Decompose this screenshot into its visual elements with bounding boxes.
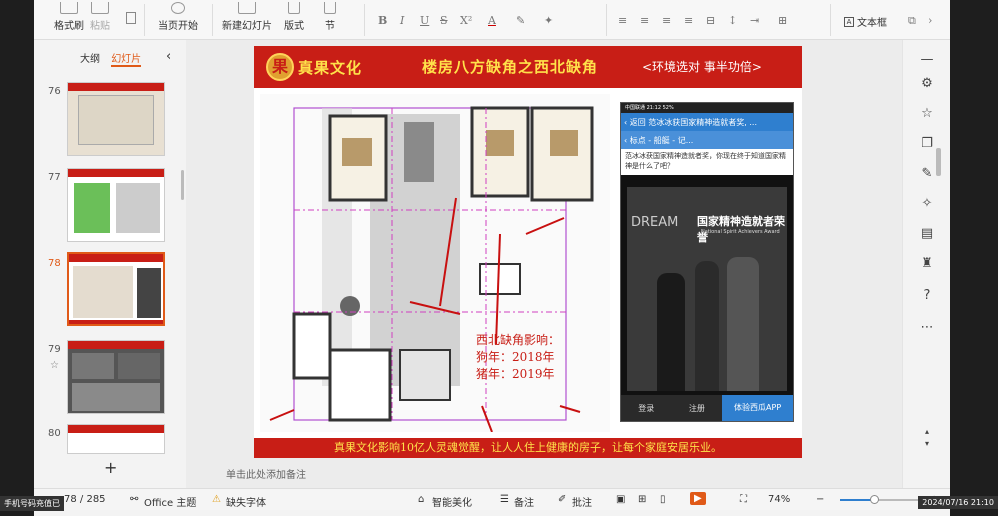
panel-scrollbar[interactable] bbox=[181, 170, 184, 200]
phone-sub-nav: ‹ 标点 - 船艇 - 记... bbox=[621, 131, 793, 149]
align-right-icon[interactable]: ≡ bbox=[662, 14, 671, 27]
section-button[interactable]: 节 bbox=[324, 2, 336, 32]
tab-slides[interactable]: 幻灯片 bbox=[111, 54, 142, 67]
line-spacing-icon[interactable]: ↕ bbox=[728, 14, 737, 27]
ribbon-toolbar: 格式刷 粘贴 当页开始 新建幻灯片 版式 节 B I U S X² A ✎ ✦ … bbox=[34, 0, 950, 40]
animation-star-icon: ☆ bbox=[50, 360, 59, 371]
slide-thumbnail-77[interactable] bbox=[67, 168, 165, 242]
slide-number-current: 78 bbox=[48, 258, 61, 269]
play-from-current-button[interactable]: 当页开始 bbox=[158, 2, 198, 32]
add-slide-button[interactable]: + bbox=[104, 458, 117, 477]
slide-78[interactable]: 果 真果文化 楼房八方缺角之西北缺角 <环境选对 事半功倍> 西北缺角影响： 狗… bbox=[254, 46, 802, 458]
collapse-panel-icon[interactable]: ‹ bbox=[166, 49, 171, 64]
distribute-icon[interactable]: ⊟ bbox=[706, 14, 715, 27]
superscript-button[interactable]: X² bbox=[460, 14, 472, 27]
page-down-icon[interactable]: ▾ bbox=[919, 436, 935, 452]
copy-icon[interactable] bbox=[126, 12, 136, 24]
align-left-icon[interactable]: ≡ bbox=[618, 14, 627, 27]
minimize-icon[interactable]: — bbox=[919, 52, 935, 68]
text-box-icon: A bbox=[844, 16, 854, 27]
slide-thumbnail-76[interactable] bbox=[67, 82, 165, 156]
right-sidebar: — ⚙ ☆ ❐ ✎ ✧ ▤ ♜ ? ⋯ ▴ ▾ bbox=[902, 40, 950, 488]
italic-button[interactable]: I bbox=[400, 14, 404, 27]
underline-button[interactable]: U bbox=[420, 14, 429, 27]
tab-outline[interactable]: 大纲 bbox=[80, 54, 100, 65]
brand-logo: 果 bbox=[266, 53, 294, 81]
notes-placeholder[interactable]: 单击此处添加备注 bbox=[226, 466, 306, 481]
layout-icon bbox=[288, 2, 300, 14]
phone-nav-bar: ‹ 返回 范冰冰获国家精神造就者奖, ... bbox=[621, 113, 793, 131]
taskbar-overlay: 手机号码充值已 2024/07/16 21:10 bbox=[0, 494, 998, 516]
align-center-icon[interactable]: ≡ bbox=[640, 14, 649, 27]
back-icon: ‹ bbox=[624, 118, 628, 127]
paste-icon bbox=[91, 2, 109, 14]
canvas-scrollbar[interactable] bbox=[936, 148, 941, 176]
presentation-app: 格式刷 粘贴 当页开始 新建幻灯片 版式 节 B I U S X² A ✎ ✦ … bbox=[34, 0, 950, 516]
phone-screenshot[interactable]: 中国联通 21:12 52% ‹ 返回 范冰冰获国家精神造就者奖, ... ‹ … bbox=[620, 102, 794, 422]
slide-number: 76 bbox=[48, 86, 61, 97]
layout-button[interactable]: 版式 bbox=[284, 2, 304, 32]
slide-thumbnail-80[interactable] bbox=[67, 424, 165, 454]
format-painter-icon bbox=[60, 2, 78, 14]
text-box-button[interactable]: A 文本框 bbox=[844, 14, 887, 29]
justify-icon[interactable]: ≡ bbox=[684, 14, 693, 27]
strikethrough-button[interactable]: S bbox=[440, 14, 448, 27]
editing-canvas: 果 真果文化 楼房八方缺角之西北缺角 <环境选对 事半功倍> 西北缺角影响： 狗… bbox=[186, 40, 902, 488]
taskbar-clock: 2024/07/16 21:10 bbox=[918, 496, 998, 509]
image-edit-icon[interactable]: ✎ bbox=[919, 166, 935, 182]
settings-sliders-icon[interactable]: ⚙ bbox=[919, 76, 935, 92]
format-painter-button[interactable]: 格式刷 bbox=[54, 2, 84, 32]
font-color-button[interactable]: A bbox=[488, 14, 496, 27]
slide-thumbnail-78[interactable] bbox=[67, 252, 165, 326]
new-slide-icon bbox=[238, 2, 256, 14]
slide-title: 楼房八方缺角之西北缺角 bbox=[422, 58, 599, 76]
star-icon[interactable]: ☆ bbox=[919, 106, 935, 122]
shape-icon[interactable]: ⧉ bbox=[908, 14, 916, 28]
brand-name: 真果文化 bbox=[298, 59, 363, 77]
text-effect-icon[interactable]: ✦ bbox=[544, 14, 553, 27]
copy-icon[interactable]: ❐ bbox=[919, 136, 935, 152]
phone-article-text: 范冰冰获国家精神造就者奖，你现在终于知道国家精神是什么了吧？ bbox=[621, 149, 793, 175]
northwest-annotation: 西北缺角影响： 狗年：2018年 猪年：2019年 bbox=[476, 333, 561, 381]
section-icon bbox=[324, 2, 336, 14]
text-direction-icon[interactable]: ⊞ bbox=[778, 14, 787, 27]
ribbon-scroll-right-icon[interactable]: › bbox=[928, 14, 932, 27]
award-subtitle: National Spirit Achievers Award bbox=[701, 229, 780, 235]
new-slide-button[interactable]: 新建幻灯片 bbox=[222, 2, 272, 32]
dream-text: DREAM bbox=[631, 215, 679, 230]
more-icon[interactable]: ⋯ bbox=[919, 320, 935, 336]
magic-wand-icon[interactable]: ✧ bbox=[919, 196, 935, 212]
play-icon bbox=[171, 2, 185, 14]
paste-button[interactable]: 粘贴 bbox=[90, 2, 110, 32]
highlight-icon[interactable]: ✎ bbox=[516, 14, 525, 27]
slide-subtitle: <环境选对 事半功倍> bbox=[642, 60, 762, 74]
register-button[interactable]: 注册 bbox=[672, 403, 723, 414]
panel-tabs: 大纲 幻灯片 bbox=[80, 50, 149, 67]
taskbar-left-label: 手机号码充值已 bbox=[0, 496, 64, 511]
slide-thumbnail-79[interactable] bbox=[67, 340, 165, 414]
slide-header: 果 真果文化 楼房八方缺角之西北缺角 <环境选对 事半功倍> bbox=[254, 46, 802, 88]
slide-number: 79 bbox=[48, 344, 61, 355]
help-icon[interactable]: ? bbox=[919, 288, 935, 304]
open-app-button[interactable]: 体验西瓜APP bbox=[722, 395, 794, 421]
book-icon[interactable]: ▤ bbox=[919, 226, 935, 242]
award-photo: DREAM 国家精神造就者荣誉 National Spirit Achiever… bbox=[627, 187, 787, 391]
phone-bottom-bar: 登录 注册 体验西瓜APP bbox=[621, 395, 794, 421]
slide-number: 77 bbox=[48, 172, 61, 183]
slide-footer: 真果文化影响10亿人灵魂觉醒，让人人住上健康的房子，让每个家庭安居乐业。 bbox=[254, 438, 802, 458]
phone-status-bar: 中国联通 21:12 52% bbox=[621, 103, 793, 113]
slide-number: 80 bbox=[48, 428, 61, 439]
slide-thumbnail-panel: 大纲 幻灯片 ‹ 76 77 78 79 ☆ 80 + bbox=[34, 40, 186, 488]
bold-button[interactable]: B bbox=[378, 14, 387, 27]
shirt-icon[interactable]: ♜ bbox=[919, 256, 935, 272]
login-button[interactable]: 登录 bbox=[621, 403, 672, 414]
indent-icon[interactable]: ⇥ bbox=[750, 14, 759, 27]
